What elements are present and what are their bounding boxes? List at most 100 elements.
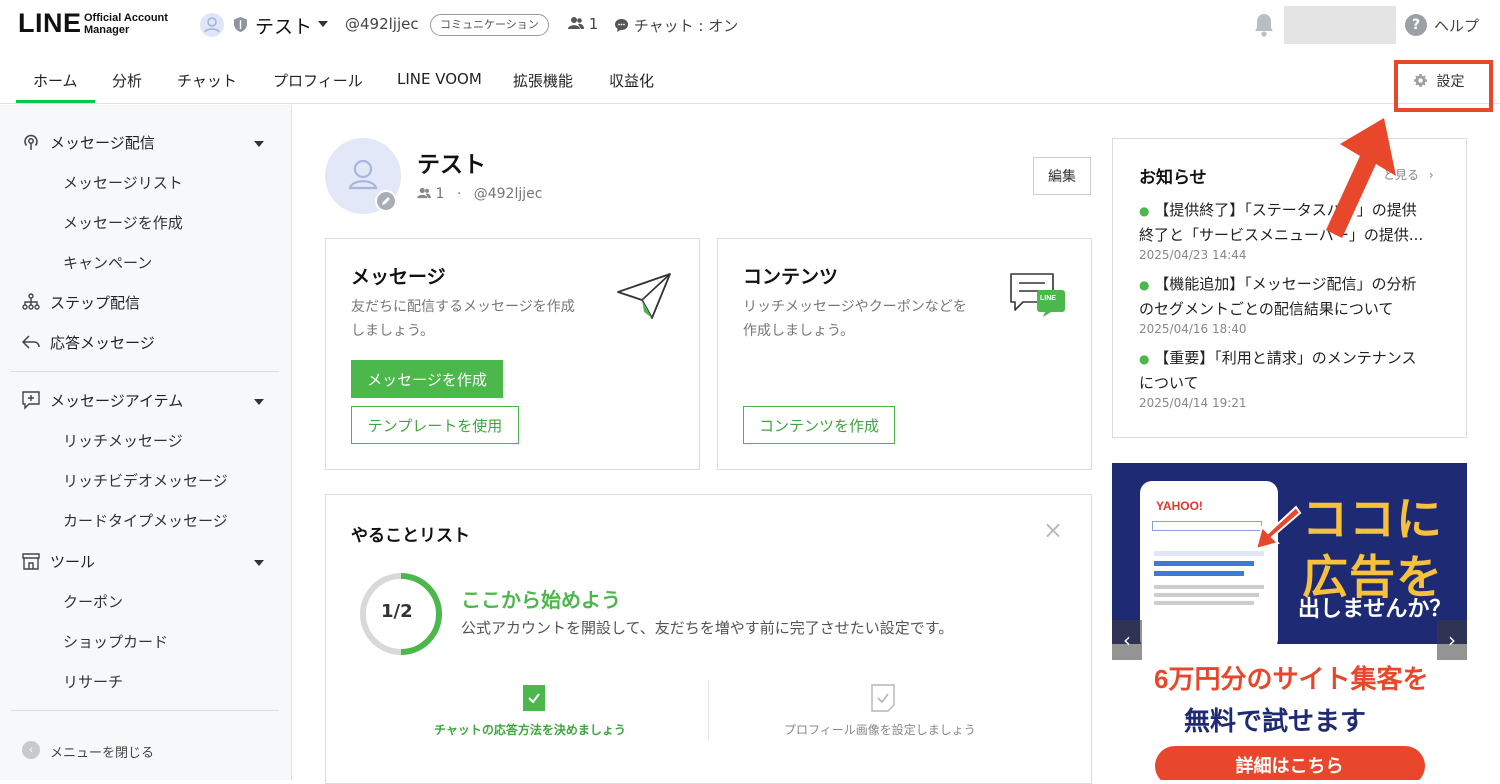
- sidebar-item-create-message[interactable]: メッセージを作成: [63, 212, 183, 233]
- tab-analytics[interactable]: 分析: [112, 70, 142, 91]
- bullet-icon: ●: [1139, 352, 1150, 366]
- sidebar-item-auto-reply[interactable]: 応答メッセージ: [50, 332, 155, 353]
- plan-badge: コミュニケーション: [430, 14, 549, 36]
- chevron-left-icon[interactable]: ‹: [22, 741, 40, 759]
- line-logo[interactable]: LINE: [18, 8, 82, 39]
- unchecked-task-icon[interactable]: [871, 684, 895, 712]
- top-header: LINE Official Account Manager テスト @492lj…: [0, 0, 1500, 52]
- notice-line2: について: [1139, 374, 1199, 392]
- tab-home[interactable]: ホーム: [33, 70, 78, 91]
- notice-date: 2025/04/23 14:44: [1139, 248, 1247, 262]
- people-icon: [568, 17, 584, 29]
- message-card-desc-line2: しましょう。: [351, 323, 435, 339]
- sidebar-item-message-list[interactable]: メッセージリスト: [63, 172, 183, 193]
- sidebar-divider: [10, 710, 279, 711]
- checked-task-icon[interactable]: [522, 684, 546, 712]
- content-card-desc: リッチメッセージやクーポンなどを 作成しましょう。: [743, 295, 967, 343]
- sidebar-item-research[interactable]: リサーチ: [63, 671, 123, 692]
- message-card-title: メッセージ: [351, 266, 446, 288]
- sidebar-item-campaign[interactable]: キャンペーン: [63, 252, 152, 273]
- ad-cta-wrapper: 詳細はこちら: [1112, 746, 1467, 780]
- task-chat-response[interactable]: チャットの応答方法を決めましょう: [434, 721, 626, 738]
- line-badge-text: LINE: [1040, 295, 1056, 302]
- message-card-desc-line1: 友だちに配信するメッセージを作成: [351, 299, 575, 315]
- mock-line: [1154, 551, 1264, 556]
- profile-separator: ·: [456, 186, 462, 202]
- notice-line1: 【機能追加】「メッセージ配信」の分析: [1154, 275, 1417, 293]
- sidebar-item-message-broadcast[interactable]: メッセージ配信: [50, 132, 155, 153]
- notices-title: お知らせ: [1139, 168, 1207, 188]
- collapse-menu-button[interactable]: メニューを閉じる: [50, 742, 154, 761]
- content-card-desc-line2: 作成しましょう。: [743, 323, 855, 339]
- content-card-title: コンテンツ: [743, 266, 839, 288]
- mock-line: [1154, 571, 1244, 576]
- pencil-icon[interactable]: [375, 190, 397, 212]
- sidebar-item-step-broadcast[interactable]: ステップ配信: [50, 292, 140, 313]
- notice-item[interactable]: ● 【機能追加】「メッセージ配信」の分析 のセグメントごとの配信結果について: [1139, 272, 1439, 321]
- profile-name: テスト: [417, 152, 486, 178]
- content-card-desc-line1: リッチメッセージやクーポンなどを: [743, 299, 967, 315]
- profile-meta: 1 · @492ljjec: [417, 186, 542, 202]
- tab-line-voom[interactable]: LINE VOOM: [397, 70, 482, 88]
- ad-details-button[interactable]: 詳細はこちら: [1154, 746, 1425, 780]
- friends-count: 1: [568, 15, 598, 33]
- help-icon[interactable]: ?: [1405, 14, 1427, 36]
- sidebar-item-rich-video-message[interactable]: リッチビデオメッセージ: [63, 470, 228, 491]
- notice-item[interactable]: ● 【重要】「利用と請求」のメンテナンス について: [1139, 346, 1439, 395]
- tab-chat[interactable]: チャット: [177, 70, 237, 91]
- ad-offer-1: 6万円分のサイト集客を: [1154, 664, 1429, 694]
- chevron-down-icon[interactable]: [254, 560, 264, 566]
- sidebar-item-message-items[interactable]: メッセージアイテム: [50, 390, 183, 411]
- yahoo-logo: YAHOO!: [1156, 499, 1203, 513]
- tab-monetize[interactable]: 収益化: [609, 70, 654, 91]
- chevron-down-icon[interactable]: [318, 21, 328, 27]
- account-name[interactable]: テスト: [255, 12, 312, 39]
- edit-profile-button[interactable]: 編集: [1033, 157, 1091, 195]
- ad-banner[interactable]: YAHOO! ココに 広告を 出しませんか？ 6万円分のサイト集客を 無料で試せ…: [1112, 463, 1467, 780]
- user-menu[interactable]: [1284, 6, 1396, 44]
- ad-pointer-arrow: [1254, 505, 1302, 551]
- create-content-button[interactable]: コンテンツを作成: [743, 406, 895, 444]
- close-icon[interactable]: ×: [1043, 518, 1063, 542]
- help-link[interactable]: ヘルプ: [1434, 15, 1479, 36]
- notice-date: 2025/04/16 18:40: [1139, 322, 1247, 336]
- message-item-icon: [22, 391, 40, 410]
- chat-status[interactable]: チャット : オン: [614, 15, 738, 36]
- todo-description: 公式アカウントを開設して、友だちを増やす前に完了させたい設定です。: [461, 619, 954, 637]
- profile-friends-count: 1: [435, 186, 445, 202]
- account-avatar[interactable]: [200, 13, 224, 37]
- ad-offer-2: 無料で試せます: [1184, 706, 1367, 736]
- sidebar-divider: [10, 371, 279, 372]
- sidebar-item-card-message[interactable]: カードタイプメッセージ: [63, 510, 228, 531]
- tab-extensions[interactable]: 拡張機能: [513, 70, 573, 91]
- tab-profile[interactable]: プロフィール: [273, 70, 363, 91]
- carousel-prev-icon[interactable]: ‹: [1112, 620, 1142, 660]
- sidebar-item-rich-message[interactable]: リッチメッセージ: [63, 430, 183, 451]
- friends-count-value: 1: [588, 15, 599, 33]
- chevron-right-icon: ›: [1428, 168, 1434, 182]
- ad-headline-3: 出しませんか？: [1298, 596, 1452, 621]
- bell-icon[interactable]: [1253, 12, 1275, 38]
- bullet-icon: ●: [1139, 278, 1150, 292]
- chat-status-label: チャット : オン: [633, 17, 739, 35]
- task-profile-image[interactable]: プロフィール画像を設定しましょう: [784, 721, 976, 738]
- paper-plane-icon: [617, 273, 671, 319]
- use-template-button[interactable]: テンプレートを使用: [351, 406, 519, 444]
- todo-heading: ここから始めよう: [461, 588, 621, 612]
- people-icon: [417, 187, 431, 199]
- logo-subtitle-line2: Manager: [84, 24, 130, 36]
- create-message-button[interactable]: メッセージを作成: [351, 360, 503, 398]
- account-id: @492ljjec: [345, 15, 419, 33]
- broadcast-icon: [24, 134, 38, 150]
- chevron-down-icon[interactable]: [254, 141, 264, 147]
- message-card-desc: 友だちに配信するメッセージを作成 しましょう。: [351, 295, 575, 343]
- sidebar-item-coupon[interactable]: クーポン: [63, 591, 123, 612]
- mock-search-bar: [1152, 521, 1262, 531]
- todo-title: やることリスト: [351, 526, 470, 546]
- sidebar-item-shop-card[interactable]: ショップカード: [63, 631, 168, 652]
- chat-content-icon: [1010, 273, 1065, 317]
- chevron-down-icon[interactable]: [254, 399, 264, 405]
- chat-bubble-icon: [615, 19, 628, 32]
- carousel-next-icon[interactable]: ›: [1437, 620, 1467, 660]
- sidebar-item-tools[interactable]: ツール: [50, 551, 95, 572]
